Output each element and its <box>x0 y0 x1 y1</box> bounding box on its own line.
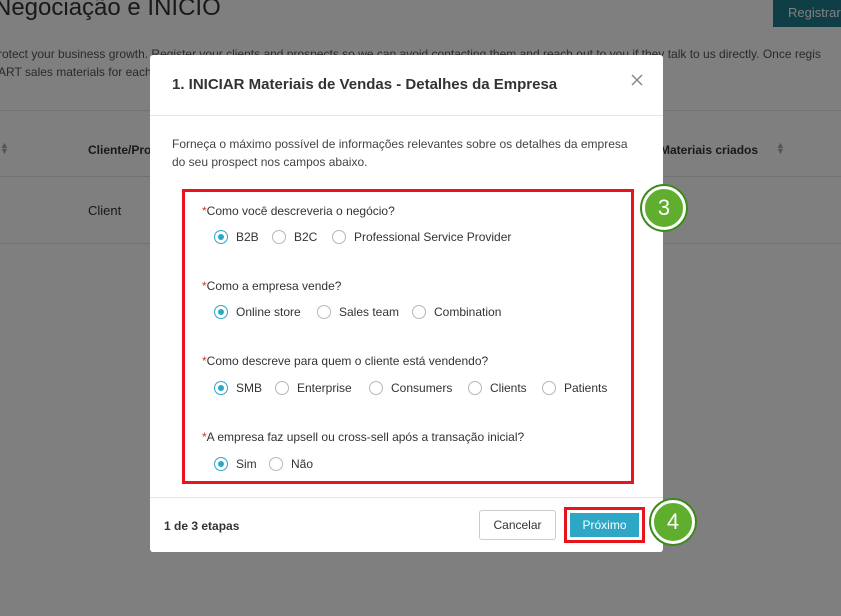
question-text: Como descreve para quem o cliente está v… <box>206 354 489 368</box>
radio-unchecked-icon[interactable] <box>332 230 346 244</box>
radio-smb[interactable]: SMB <box>214 381 262 395</box>
radio-checked-icon[interactable] <box>214 230 228 244</box>
radio-checked-icon[interactable] <box>214 305 228 319</box>
question-text: Como a empresa vende? <box>206 279 342 293</box>
radio-unchecked-icon[interactable] <box>317 305 331 319</box>
option-label: Professional Service Provider <box>354 230 512 244</box>
radio-unchecked-icon[interactable] <box>275 381 289 395</box>
company-details-modal: 1. INICIAR Materiais de Vendas - Detalhe… <box>150 55 663 552</box>
radio-checked-icon[interactable] <box>214 381 228 395</box>
radio-unchecked-icon[interactable] <box>369 381 383 395</box>
option-label: SMB <box>236 381 263 395</box>
question-label: *Como você descreveria o negócio? <box>202 204 395 218</box>
option-label: Combination <box>434 305 502 319</box>
option-label: B2C <box>294 230 318 244</box>
radio-unchecked-icon[interactable] <box>269 457 283 471</box>
next-button-highlight: Próximo <box>564 507 645 543</box>
cancel-button[interactable]: Cancelar <box>479 510 556 540</box>
radio-checked-icon[interactable] <box>214 457 228 471</box>
option-label: Sim <box>236 457 257 471</box>
radio-professional-service-provider[interactable]: Professional Service Provider <box>332 230 511 244</box>
question-label: *Como descreve para quem o cliente está … <box>202 354 488 368</box>
option-label: Enterprise <box>297 381 352 395</box>
radio-unchecked-icon[interactable] <box>542 381 556 395</box>
modal-header: 1. INICIAR Materiais de Vendas - Detalhe… <box>150 55 663 116</box>
step-indicator: 1 de 3 etapas <box>164 519 240 533</box>
radio-unchecked-icon[interactable] <box>412 305 426 319</box>
option-label: Patients <box>564 381 608 395</box>
radio-unchecked-icon[interactable] <box>272 230 286 244</box>
close-icon[interactable] <box>630 73 644 87</box>
questions-highlight: *Como você descreveria o negócio? B2B B2… <box>182 189 634 484</box>
step-badge-3: 3 <box>642 186 686 230</box>
step-badge-4: 4 <box>651 500 695 544</box>
radio-combination[interactable]: Combination <box>412 305 501 319</box>
option-label: Online store <box>236 305 301 319</box>
question-text: A empresa faz upsell ou cross-sell após … <box>206 430 525 444</box>
question-label: *Como a empresa vende? <box>202 279 341 293</box>
radio-patients[interactable]: Patients <box>542 381 607 395</box>
next-button[interactable]: Próximo <box>570 513 639 537</box>
option-label: B2B <box>236 230 259 244</box>
radio-nao[interactable]: Não <box>269 457 313 471</box>
radio-clients[interactable]: Clients <box>468 381 527 395</box>
question-label: *A empresa faz upsell ou cross-sell após… <box>202 430 524 444</box>
modal-intro: Forneça o máximo possível de informações… <box>172 137 628 169</box>
option-label: Consumers <box>391 381 453 395</box>
radio-sales-team[interactable]: Sales team <box>317 305 399 319</box>
radio-sim[interactable]: Sim <box>214 457 257 471</box>
radio-online-store[interactable]: Online store <box>214 305 301 319</box>
radio-enterprise[interactable]: Enterprise <box>275 381 352 395</box>
option-label: Não <box>291 457 314 471</box>
option-label: Clients <box>490 381 527 395</box>
modal-footer: 1 de 3 etapas Cancelar Próximo <box>150 497 663 552</box>
radio-unchecked-icon[interactable] <box>468 381 482 395</box>
radio-b2c[interactable]: B2C <box>272 230 317 244</box>
modal-title: 1. INICIAR Materiais de Vendas - Detalhe… <box>172 76 558 93</box>
question-text: Como você descreveria o negócio? <box>206 204 395 218</box>
radio-consumers[interactable]: Consumers <box>369 381 452 395</box>
option-label: Sales team <box>339 305 400 319</box>
radio-b2b[interactable]: B2B <box>214 230 259 244</box>
